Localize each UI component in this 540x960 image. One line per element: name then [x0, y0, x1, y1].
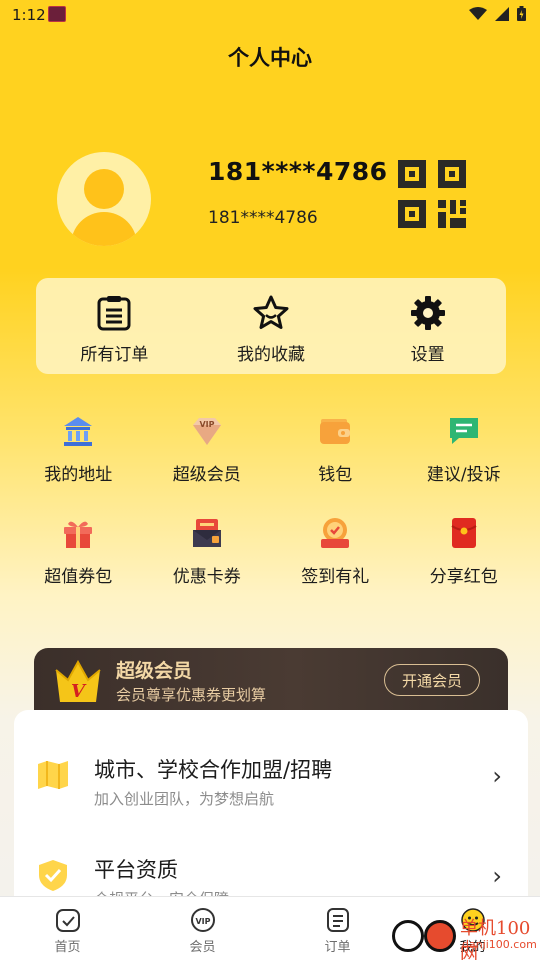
avatar[interactable] [57, 152, 151, 246]
nav-home[interactable]: 首页 [0, 897, 135, 960]
my-address-label: 我的地址 [44, 465, 113, 485]
partnership-row[interactable]: 城市、学校合作加盟/招聘 加入创业团队，为梦想启航 › [14, 732, 528, 828]
watermark-circle-icon [424, 920, 456, 952]
avatar-body [71, 212, 137, 246]
qualification-title: 平台资质 [94, 858, 178, 882]
user-name: 181****4786 [208, 157, 388, 186]
feature-grid-row-1: 我的地址 VIP 超级会员 钱包 建议/投诉 [14, 414, 528, 485]
vip-crown-letter: V [71, 681, 87, 702]
super-vip-label: 超级会员 [172, 465, 241, 485]
chevron-right-icon: › [492, 862, 502, 890]
settings-label: 设置 [410, 345, 445, 365]
my-favorites-label: 我的收藏 [237, 345, 305, 365]
checkin-icon [321, 518, 350, 548]
star-icon [253, 295, 289, 329]
wallet-button[interactable]: 钱包 [271, 414, 400, 485]
signal-icon [495, 6, 509, 21]
qr-code-icon[interactable] [394, 156, 470, 232]
page-title: 个人中心 [228, 46, 312, 70]
red-envelope-icon [451, 518, 477, 548]
bank-icon [64, 417, 93, 446]
wallet-icon [320, 419, 351, 444]
user-phone: 181****4786 [208, 208, 318, 228]
vip-subtitle: 会员尊享优惠券更划算 [116, 686, 267, 704]
status-time: 1:12 [12, 6, 46, 24]
svg-text:VIP: VIP [195, 917, 210, 926]
feedback-label: 建议/投诉 [426, 465, 501, 485]
my-address-button[interactable]: 我的地址 [14, 414, 143, 485]
all-orders-button[interactable]: 所有订单 [36, 278, 193, 374]
nav-orders-label: 订单 [324, 940, 351, 955]
vip-crown-icon: V [55, 660, 101, 702]
coupon-pack-label: 超值券包 [44, 567, 113, 587]
nav-member-label: 会员 [189, 940, 216, 955]
vip-badge-icon: VIP [190, 908, 215, 932]
vip-diamond-icon: VIP [192, 418, 221, 445]
nav-member[interactable]: VIP 会员 [135, 897, 270, 960]
status-bar: 1:12 [0, 0, 540, 30]
vip-title: 超级会员 [116, 660, 193, 682]
super-vip-button[interactable]: VIP 超级会员 [143, 414, 272, 485]
feedback-button[interactable]: 建议/投诉 [400, 414, 529, 485]
watermark-url: danji100.com [462, 938, 537, 951]
orders-icon [326, 908, 349, 932]
all-orders-label: 所有订单 [80, 345, 149, 365]
order-list-icon [97, 296, 131, 331]
app-notification-icon [48, 6, 66, 22]
quick-actions-card: 所有订单 我的收藏 设置 [36, 278, 506, 374]
nav-orders[interactable]: 订单 [270, 897, 405, 960]
wallet-label: 钱包 [318, 465, 353, 485]
avatar-head [84, 169, 124, 209]
battery-icon [517, 6, 526, 21]
coupon-icon [192, 519, 221, 547]
flag-icon [38, 761, 68, 789]
nav-home-label: 首页 [54, 940, 81, 955]
home-icon [55, 909, 80, 932]
chevron-right-icon: › [492, 762, 502, 790]
watermark: 单机100网 danji100.com [392, 912, 540, 960]
wifi-icon [469, 6, 487, 20]
feedback-icon [449, 418, 478, 444]
open-vip-button[interactable]: 开通会员 [384, 664, 480, 696]
settings-button[interactable]: 设置 [349, 278, 506, 374]
coupon-pack-button[interactable]: 超值券包 [14, 516, 143, 587]
gear-icon [410, 296, 445, 330]
partnership-title: 城市、学校合作加盟/招聘 [94, 758, 333, 782]
partnership-subtitle: 加入创业团队，为梦想启航 [94, 790, 275, 808]
share-red-envelope-button[interactable]: 分享红包 [400, 516, 529, 587]
service-list-card: 城市、学校合作加盟/招聘 加入创业团队，为梦想启航 › 平台资质 合规平台，安全… [14, 710, 528, 910]
discount-coupons-button[interactable]: 优惠卡券 [143, 516, 272, 587]
gift-box-icon [64, 521, 93, 548]
discount-coupons-label: 优惠卡券 [172, 567, 241, 587]
my-favorites-button[interactable]: 我的收藏 [193, 278, 350, 374]
shield-icon [39, 860, 67, 891]
svg-text:VIP: VIP [199, 420, 214, 429]
feature-grid-row-2: 超值券包 优惠卡券 签到有礼 分享红包 [14, 516, 528, 587]
checkin-gift-button[interactable]: 签到有礼 [271, 516, 400, 587]
checkin-gift-label: 签到有礼 [301, 567, 370, 587]
share-red-envelope-label: 分享红包 [429, 567, 498, 587]
watermark-circle-icon [392, 920, 424, 952]
watermark-text: 单机100网 [460, 918, 531, 960]
